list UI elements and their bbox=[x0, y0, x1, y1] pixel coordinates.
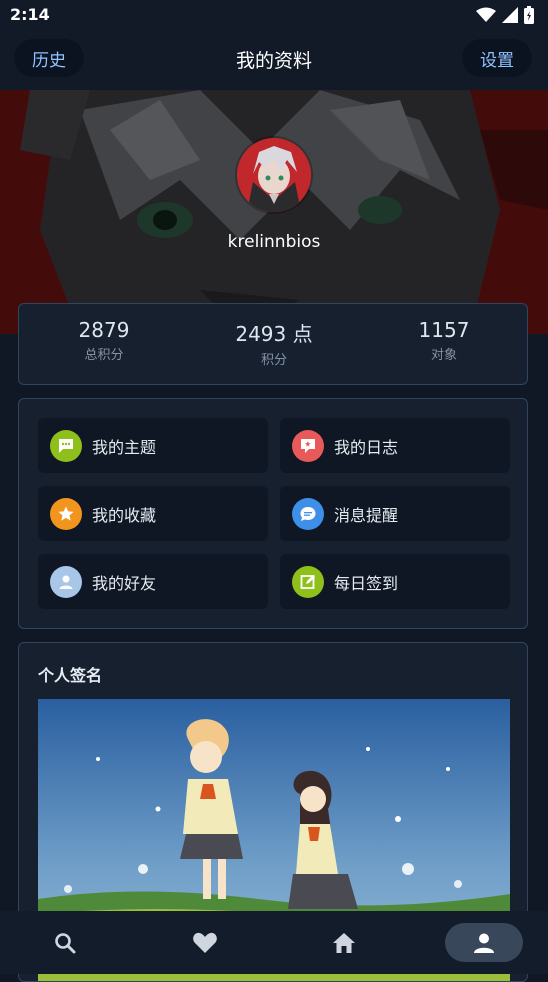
menu-my-topics[interactable]: 我的主题 bbox=[38, 418, 268, 473]
edit-icon bbox=[292, 565, 324, 598]
signature-title: 个人签名 bbox=[38, 666, 103, 685]
menu-notifications[interactable]: 消息提醒 bbox=[280, 486, 510, 541]
stat-value: 2879 bbox=[78, 318, 130, 342]
stat-total-points: 2879 总积分 bbox=[19, 318, 189, 363]
search-icon bbox=[55, 932, 76, 953]
home-icon bbox=[333, 932, 355, 953]
status-icons bbox=[476, 6, 534, 24]
profile-banner: krelinnbios bbox=[0, 90, 548, 334]
stat-value: 2493 点 bbox=[235, 322, 313, 346]
menu-my-favorites[interactable]: 我的收藏 bbox=[38, 486, 268, 541]
stat-objects: 1157 对象 bbox=[359, 318, 529, 363]
status-bar: 2:14 bbox=[0, 0, 548, 32]
chat-bubble-icon bbox=[50, 429, 82, 462]
banner-image bbox=[0, 90, 548, 334]
battery-icon bbox=[524, 6, 534, 24]
bottom-navigation bbox=[0, 911, 548, 974]
person-icon bbox=[474, 933, 494, 953]
nav-search[interactable] bbox=[26, 923, 104, 962]
menu-label: 每日签到 bbox=[334, 573, 399, 593]
settings-button[interactable]: 设置 bbox=[462, 39, 532, 77]
avatar-image bbox=[237, 138, 311, 212]
stat-label: 积分 bbox=[260, 353, 287, 368]
signal-icon bbox=[502, 7, 518, 23]
nav-profile[interactable] bbox=[445, 923, 523, 962]
menu-label: 我的主题 bbox=[92, 437, 157, 457]
stat-label: 总积分 bbox=[84, 348, 124, 363]
star-icon bbox=[50, 497, 82, 530]
top-app-bar: 历史 我的资料 设置 bbox=[0, 32, 548, 90]
heart-icon bbox=[193, 932, 217, 953]
avatar[interactable] bbox=[237, 138, 311, 212]
stat-value: 1157 bbox=[418, 318, 470, 342]
stat-label: 对象 bbox=[430, 348, 457, 363]
menu-daily-checkin[interactable]: 每日签到 bbox=[280, 554, 510, 609]
menu-label: 我的好友 bbox=[92, 573, 157, 593]
menu-card: 我的主题 我的日志 我的收藏 消息提醒 我的好友 每日签到 bbox=[18, 398, 528, 629]
stats-card: 2879 总积分 2493 点 积分 1157 对象 bbox=[18, 303, 528, 385]
menu-my-friends[interactable]: 我的好友 bbox=[38, 554, 268, 609]
stat-points: 2493 点 积分 bbox=[189, 318, 359, 368]
nav-home[interactable] bbox=[305, 923, 383, 962]
menu-label: 我的收藏 bbox=[92, 505, 157, 525]
menu-label: 我的日志 bbox=[334, 437, 399, 457]
person-icon bbox=[50, 565, 82, 598]
message-icon bbox=[292, 497, 324, 530]
status-time: 2:14 bbox=[10, 5, 50, 24]
wifi-icon bbox=[476, 7, 496, 22]
menu-my-logs[interactable]: 我的日志 bbox=[280, 418, 510, 473]
message-icon bbox=[292, 429, 324, 462]
nav-favorites[interactable] bbox=[166, 923, 244, 962]
username: krelinnbios bbox=[227, 232, 321, 252]
menu-label: 消息提醒 bbox=[334, 505, 399, 525]
